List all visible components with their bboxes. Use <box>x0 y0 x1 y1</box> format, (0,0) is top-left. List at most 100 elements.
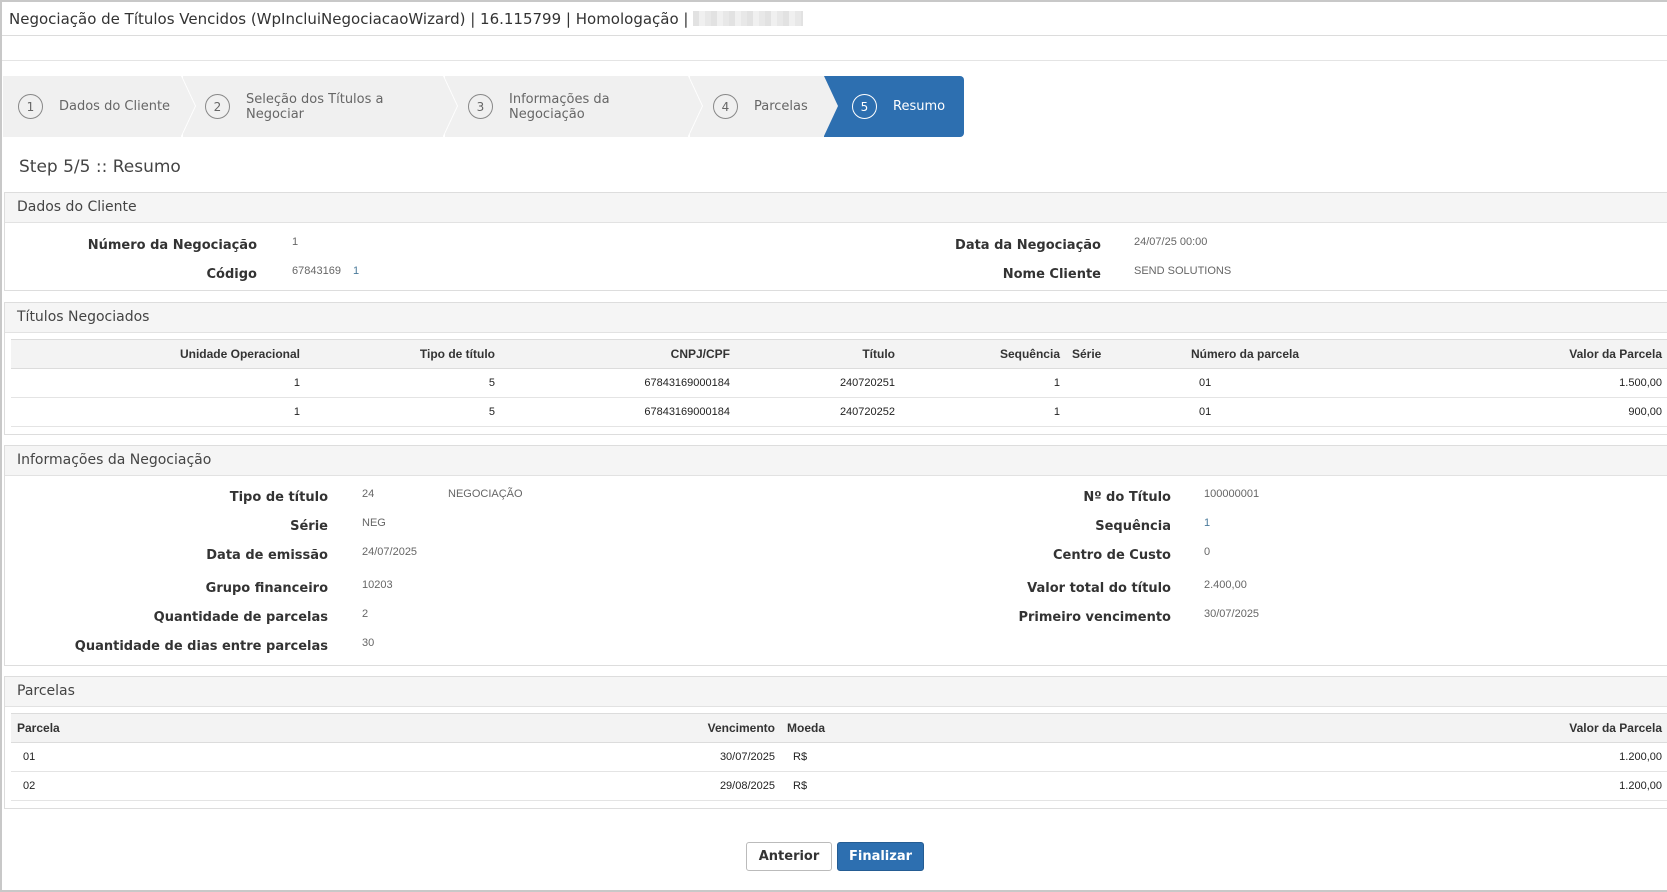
column-header[interactable]: Título <box>736 339 901 369</box>
table-row[interactable]: 1 5 67843169000184 240720252 1 01 900,00 <box>11 397 1667 427</box>
panel-dados-cliente: Dados do Cliente Número da Negociação 1 … <box>4 192 1667 291</box>
codigo-label: Código <box>206 267 257 282</box>
column-header[interactable]: CNPJ/CPF <box>501 339 736 369</box>
column-header[interactable]: Valor da Parcela <box>1041 713 1667 743</box>
cell-parcela: 01 <box>11 742 581 772</box>
numero-titulo-value: 100000001 <box>1204 488 1260 500</box>
cell-vencimento: 30/07/2025 <box>581 742 781 772</box>
column-header[interactable]: Número da parcela <box>1111 339 1306 369</box>
table-header-row: Unidade Operacional Tipo de título CNPJ/… <box>11 339 1667 369</box>
sequencia-label: Sequência <box>1095 519 1171 534</box>
wizard-step-4[interactable]: 4 Parcelas <box>690 76 824 137</box>
column-header[interactable]: Valor da Parcela <box>1305 339 1667 369</box>
serie-value: NEG <box>362 517 386 529</box>
centro-custo-value: 0 <box>1204 546 1211 558</box>
step-label: Resumo <box>893 99 946 114</box>
grupo-financeiro-value: 10203 <box>362 579 393 591</box>
column-header[interactable]: Moeda <box>781 713 1041 743</box>
numero-negociacao-value: 1 <box>292 236 299 248</box>
step-label: Dados do Cliente <box>59 99 171 114</box>
cell-unidade: 1 <box>11 368 306 398</box>
data-emissao-label: Data de emissão <box>206 548 328 563</box>
cell-cnpj: 67843169000184 <box>501 397 736 427</box>
step-label: Seleção dos Títulos a Negociar <box>246 91 384 122</box>
qtd-parcelas-value: 2 <box>362 608 369 620</box>
panel-title: Parcelas <box>5 677 1667 707</box>
cell-vencimento: 29/08/2025 <box>581 771 781 801</box>
cell-parcela: 01 <box>1111 368 1306 398</box>
table-row[interactable]: 01 30/07/2025 R$ 1.200,00 <box>11 742 1667 772</box>
table-header-row: Parcela Vencimento Moeda Valor da Parcel… <box>11 713 1667 743</box>
wizard-step-5[interactable]: 5 Resumo <box>824 76 964 137</box>
qtd-parcelas-label: Quantidade de parcelas <box>153 610 328 625</box>
column-header[interactable]: Parcela <box>11 713 581 743</box>
cell-valor: 900,00 <box>1305 397 1667 427</box>
codigo-value-2: 1 <box>353 265 360 277</box>
wizard-step-2[interactable]: 2 Seleção dos Títulos a Negociar <box>183 76 458 137</box>
wizard-steps: 1 Dados do Cliente 2 Seleção dos Títulos… <box>3 76 1017 137</box>
cell-sequencia: 1 <box>901 368 1066 398</box>
column-header[interactable]: Tipo de título <box>306 339 501 369</box>
step-number: 4 <box>713 94 738 119</box>
tipo-titulo-desc: NEGOCIAÇÃO <box>448 488 523 500</box>
table-row[interactable]: 1 5 67843169000184 240720251 1 01 1.500,… <box>11 368 1667 398</box>
tipo-titulo-value: 24 <box>362 488 375 500</box>
data-negociacao-value: 24/07/25 00:00 <box>1134 236 1208 248</box>
column-header[interactable]: Unidade Operacional <box>11 339 306 369</box>
valor-total-label: Valor total do título <box>1027 581 1171 596</box>
redacted-environment <box>693 11 804 26</box>
column-header[interactable]: Vencimento <box>581 713 781 743</box>
cell-unidade: 1 <box>11 397 306 427</box>
primeiro-vencimento-label: Primeiro vencimento <box>1018 610 1171 625</box>
cell-titulo: 240720251 <box>736 368 901 398</box>
column-header[interactable]: Sequência <box>901 339 1066 369</box>
tipo-titulo-label: Tipo de título <box>229 490 328 505</box>
cell-parcela: 01 <box>1111 397 1306 427</box>
sequencia-value: 1 <box>1204 517 1211 529</box>
primeiro-vencimento-value: 30/07/2025 <box>1204 608 1260 620</box>
step-number: 5 <box>852 94 877 119</box>
qtd-dias-label: Quantidade de dias entre parcelas <box>74 639 328 654</box>
centro-custo-label: Centro de Custo <box>1052 548 1171 563</box>
divider <box>2 60 1667 61</box>
cell-serie <box>1066 397 1111 427</box>
step-label: Parcelas <box>754 99 808 114</box>
numero-titulo-label: Nº do Título <box>1083 490 1171 505</box>
finalizar-button[interactable]: Finalizar <box>837 842 924 871</box>
step-number: 3 <box>468 94 493 119</box>
panel-title: Dados do Cliente <box>5 193 1667 223</box>
data-negociacao-label: Data da Negociação <box>955 238 1101 253</box>
wizard-step-1[interactable]: 1 Dados do Cliente <box>3 76 196 137</box>
panel-parcelas: Parcelas Parcela Vencimento Moeda Valor … <box>4 676 1667 809</box>
panel-title: Títulos Negociados <box>5 303 1667 333</box>
step-label: Informações da Negociação <box>509 91 610 122</box>
cell-moeda: R$ <box>781 742 1041 772</box>
table-row[interactable]: 02 29/08/2025 R$ 1.200,00 <box>11 771 1667 801</box>
qtd-dias-value: 30 <box>362 637 375 649</box>
step-number: 2 <box>205 94 230 119</box>
titulos-table: Unidade Operacional Tipo de título CNPJ/… <box>11 339 1667 427</box>
valor-total-value: 2.400,00 <box>1204 579 1247 591</box>
step-number: 1 <box>18 94 43 119</box>
cell-serie <box>1066 368 1111 398</box>
page-title: Step 5/5 :: Resumo <box>19 157 181 177</box>
grupo-financeiro-label: Grupo financeiro <box>205 581 328 596</box>
window-title-text: Negociação de Títulos Vencidos (WpInclui… <box>9 10 689 28</box>
nome-cliente-label: Nome Cliente <box>1002 267 1101 282</box>
serie-label: Série <box>290 519 328 534</box>
parcelas-table: Parcela Vencimento Moeda Valor da Parcel… <box>11 713 1667 801</box>
nome-cliente-value: SEND SOLUTIONS <box>1134 265 1232 277</box>
panel-titulos-negociados: Títulos Negociados Unidade Operacional T… <box>4 302 1667 435</box>
cell-valor: 1.200,00 <box>1041 771 1667 801</box>
cell-parcela: 02 <box>11 771 581 801</box>
anterior-button[interactable]: Anterior <box>746 842 832 871</box>
panel-informacoes-negociacao: Informações da Negociação Tipo de título… <box>4 445 1667 666</box>
numero-negociacao-label: Número da Negociação <box>87 238 257 253</box>
cell-moeda: R$ <box>781 771 1041 801</box>
wizard-step-3[interactable]: 3 Informações da Negociação <box>445 76 703 137</box>
codigo-value: 67843169 <box>292 265 341 277</box>
data-emissao-value: 24/07/2025 <box>362 546 418 558</box>
cell-titulo: 240720252 <box>736 397 901 427</box>
cell-cnpj: 67843169000184 <box>501 368 736 398</box>
column-header[interactable]: Série <box>1066 339 1111 369</box>
